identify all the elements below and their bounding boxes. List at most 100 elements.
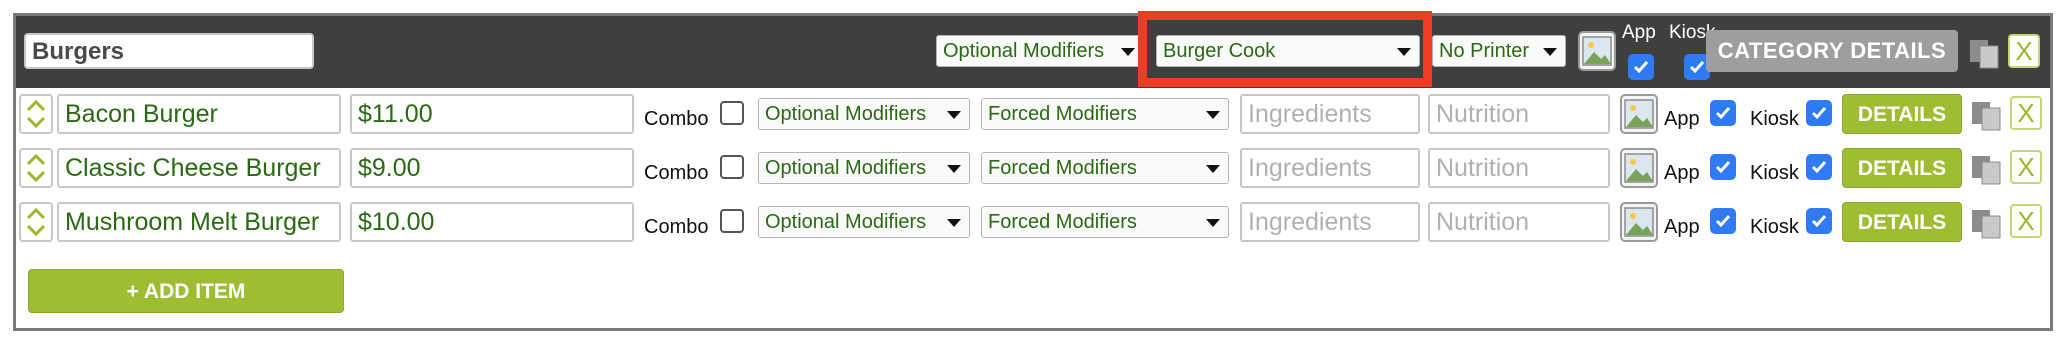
chevron-down-icon [1121, 48, 1135, 56]
image-placeholder-icon [1582, 36, 1612, 66]
item-kiosk-label: Kiosk [1750, 108, 1799, 130]
nutrition-input[interactable]: Nutrition [1428, 94, 1610, 134]
item-price-value: $9.00 [358, 154, 421, 182]
item-name-input[interactable]: Bacon Burger [57, 94, 341, 134]
item-app-label: App [1664, 162, 1700, 184]
checkmark-icon [1811, 107, 1827, 120]
item-optional-modifiers-select[interactable]: Optional Modifiers [758, 98, 970, 130]
nutrition-placeholder: Nutrition [1436, 208, 1530, 236]
item-name-input[interactable]: Classic Cheese Burger [57, 148, 341, 188]
item-optional-modifiers-select[interactable]: Optional Modifiers [758, 152, 970, 184]
category-optional-modifiers-select[interactable]: Optional Modifiers [936, 35, 1144, 67]
item-optional-modifiers-value: Optional Modifiers [765, 103, 927, 125]
chevron-down-icon [947, 111, 961, 119]
item-kiosk-label: Kiosk [1750, 216, 1799, 238]
nutrition-placeholder: Nutrition [1436, 100, 1530, 128]
ingredients-placeholder: Ingredients [1248, 100, 1372, 128]
chevron-down-icon [1206, 219, 1220, 227]
category-details-button[interactable]: CATEGORY DETAILS [1706, 30, 1958, 72]
delete-item-button[interactable]: X [2010, 204, 2042, 238]
delete-item-button[interactable]: X [2010, 96, 2042, 130]
item-optional-modifiers-select[interactable]: Optional Modifiers [758, 206, 970, 238]
ingredients-placeholder: Ingredients [1248, 154, 1372, 182]
item-app-label: App [1664, 216, 1700, 238]
combo-checkbox[interactable] [720, 155, 744, 179]
chevron-down-icon [947, 219, 961, 227]
combo-label: Combo [644, 108, 709, 130]
ingredients-input[interactable]: Ingredients [1240, 148, 1420, 188]
highlight-annotation [1138, 11, 1432, 87]
combo-checkbox[interactable] [720, 209, 744, 233]
reorder-arrows-icon [26, 207, 46, 237]
checkmark-icon [1633, 61, 1649, 74]
delete-item-button[interactable]: X [2010, 150, 2042, 184]
item-name-value: Classic Cheese Burger [65, 154, 321, 182]
item-kiosk-checkbox[interactable] [1806, 100, 1832, 126]
item-optional-modifiers-value: Optional Modifiers [765, 157, 927, 179]
reorder-arrows-icon [26, 99, 46, 129]
item-image-button[interactable] [1620, 202, 1658, 242]
category-app-label: App [1622, 22, 1656, 43]
nutrition-input[interactable]: Nutrition [1428, 202, 1610, 242]
reorder-handle[interactable] [19, 94, 53, 134]
reorder-handle[interactable] [19, 202, 53, 242]
chevron-down-icon [1206, 165, 1220, 173]
item-details-button[interactable]: DETAILS [1842, 148, 1962, 188]
item-price-input[interactable]: $11.00 [350, 94, 634, 134]
image-placeholder-icon [1624, 99, 1654, 129]
item-app-label: App [1664, 108, 1700, 130]
delete-category-button[interactable]: X [2008, 34, 2040, 68]
item-forced-modifiers-value: Forced Modifiers [988, 157, 1137, 179]
item-details-button[interactable]: DETAILS [1842, 94, 1962, 134]
checkmark-icon [1689, 61, 1705, 74]
duplicate-category-icon[interactable] [1968, 36, 2002, 70]
item-app-checkbox[interactable] [1710, 154, 1736, 180]
category-image-button[interactable] [1578, 31, 1616, 71]
chevron-down-icon [1543, 48, 1557, 56]
item-kiosk-checkbox[interactable] [1806, 208, 1832, 234]
ingredients-input[interactable]: Ingredients [1240, 202, 1420, 242]
item-name-input[interactable]: Mushroom Melt Burger [57, 202, 341, 242]
item-row: Bacon Burger $11.00 Combo Optional Modif… [16, 94, 2050, 138]
duplicate-item-icon[interactable] [1970, 152, 2004, 186]
item-price-input[interactable]: $9.00 [350, 148, 634, 188]
item-forced-modifiers-select[interactable]: Forced Modifiers [981, 152, 1229, 184]
item-forced-modifiers-select[interactable]: Forced Modifiers [981, 98, 1229, 130]
combo-label: Combo [644, 216, 709, 238]
nutrition-input[interactable]: Nutrition [1428, 148, 1610, 188]
item-app-checkbox[interactable] [1710, 100, 1736, 126]
category-name-input[interactable]: Burgers [24, 33, 314, 69]
item-kiosk-label: Kiosk [1750, 162, 1799, 184]
reorder-arrows-icon [26, 153, 46, 183]
item-forced-modifiers-value: Forced Modifiers [988, 211, 1137, 233]
checkmark-icon [1811, 161, 1827, 174]
ingredients-input[interactable]: Ingredients [1240, 94, 1420, 134]
item-forced-modifiers-select[interactable]: Forced Modifiers [981, 206, 1229, 238]
image-placeholder-icon [1624, 153, 1654, 183]
item-details-button[interactable]: DETAILS [1842, 202, 1962, 242]
checkmark-icon [1811, 215, 1827, 228]
image-placeholder-icon [1624, 207, 1654, 237]
item-price-value: $11.00 [358, 100, 433, 128]
category-app-checkbox[interactable] [1628, 54, 1654, 80]
add-item-button[interactable]: + ADD ITEM [28, 269, 344, 313]
item-price-input[interactable]: $10.00 [350, 202, 634, 242]
checkmark-icon [1715, 215, 1731, 228]
category-optional-modifiers-value: Optional Modifiers [943, 40, 1105, 62]
item-app-checkbox[interactable] [1710, 208, 1736, 234]
item-price-value: $10.00 [358, 208, 435, 236]
duplicate-item-icon[interactable] [1970, 98, 2004, 132]
item-kiosk-checkbox[interactable] [1806, 154, 1832, 180]
checkmark-icon [1715, 107, 1731, 120]
printer-select-value: No Printer [1439, 40, 1530, 62]
printer-select[interactable]: No Printer [1432, 35, 1566, 67]
duplicate-item-icon[interactable] [1970, 206, 2004, 240]
combo-label: Combo [644, 162, 709, 184]
category-panel: Burgers Optional Modifiers Burger Cook N… [13, 11, 2053, 331]
chevron-down-icon [1206, 111, 1220, 119]
item-image-button[interactable] [1620, 148, 1658, 188]
item-image-button[interactable] [1620, 94, 1658, 134]
combo-checkbox[interactable] [720, 101, 744, 125]
reorder-handle[interactable] [19, 148, 53, 188]
item-name-value: Mushroom Melt Burger [65, 208, 320, 236]
